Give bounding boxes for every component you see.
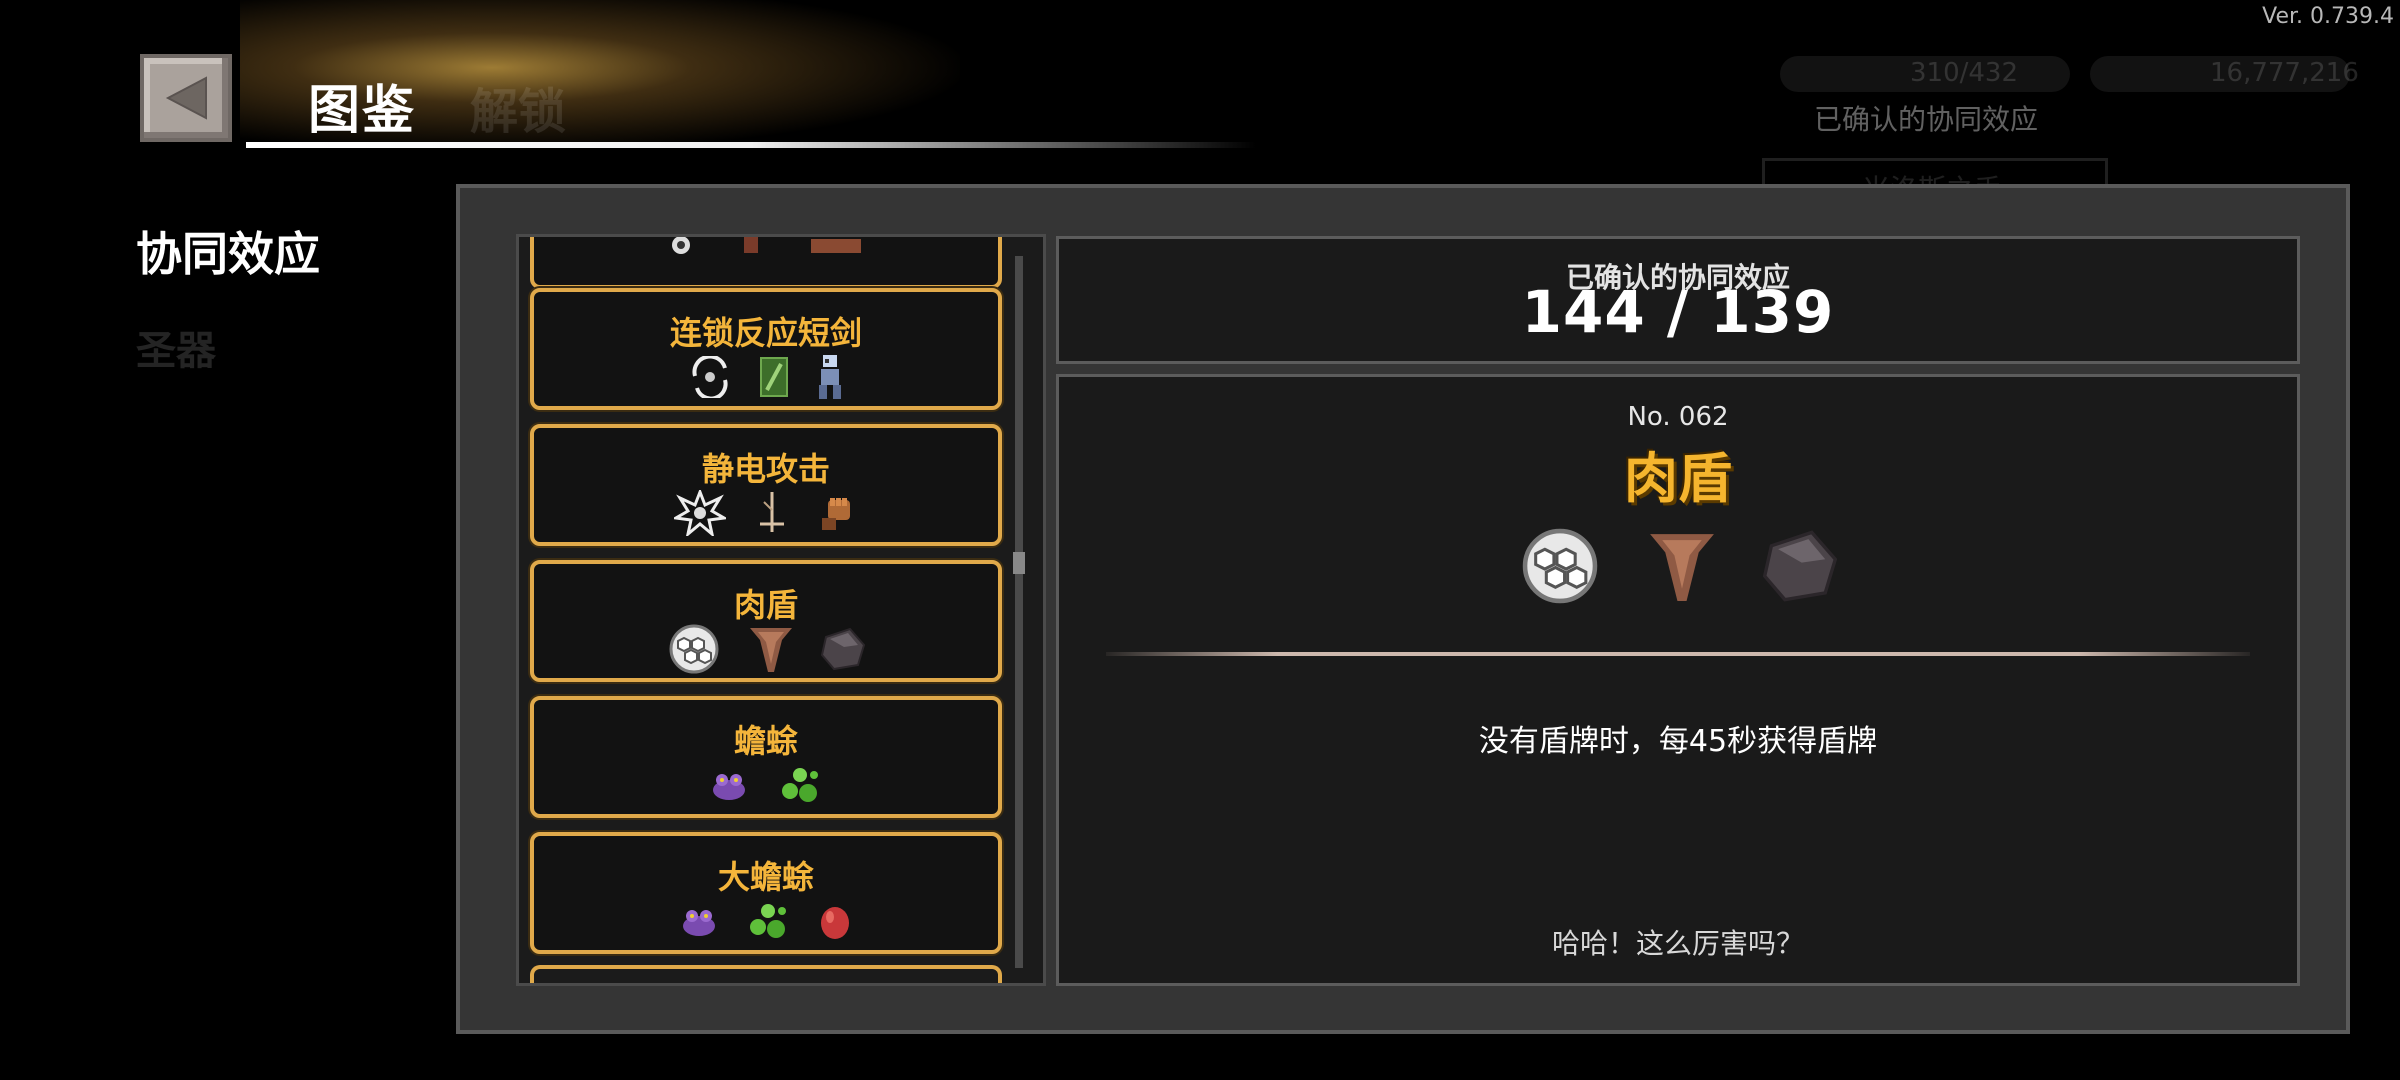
list-scrollbar-thumb[interactable] [1013, 552, 1025, 574]
synergy-effect-text: 没有盾牌时，每45秒获得盾牌 [1478, 724, 1878, 759]
detail-divider [1106, 652, 2250, 656]
lightning-rod-icon [760, 492, 784, 532]
background-tab-title: 解锁 [470, 84, 567, 140]
list-item-partial[interactable] [530, 237, 1002, 289]
list-scrollbar[interactable] [1015, 256, 1023, 968]
hexagon-shield-icon [1522, 528, 1598, 604]
background-confirmed-label: 已确认的协同效应 [1814, 103, 2039, 136]
list-item-static-attack[interactable]: 静电攻击 [530, 424, 1002, 546]
nav-item-relic[interactable]: 圣器 [136, 318, 216, 376]
synergy-number: No. 062 [1627, 402, 1729, 432]
version-label: Ver. 0.739.4 [2262, 4, 2394, 29]
purple-toad-icon [683, 910, 715, 936]
purple-toad-icon [713, 774, 745, 800]
background-stat-text: 16,777,216 [2210, 58, 2359, 88]
page-title: 图鉴 [308, 81, 417, 141]
list-item-chain-dagger[interactable]: 连锁反应短剑 [530, 288, 1002, 410]
list-item-name: 大蟾蜍 [717, 858, 814, 896]
synergy-icons [1516, 526, 1840, 606]
dark-stone-icon [820, 627, 866, 671]
green-bubbles-icon [750, 904, 786, 938]
red-egg-icon [821, 907, 849, 939]
chain-spin-icon [692, 356, 728, 398]
list-item-meat-shield[interactable]: 肉盾 [530, 560, 1002, 682]
hexagon-shield-icon [669, 624, 719, 674]
synergy-name: 肉盾 [1624, 447, 1732, 510]
list-item-name: 蟾蜍 [733, 722, 798, 760]
list-item-toad[interactable]: 蟾蜍 [530, 696, 1002, 818]
list-item-partial[interactable] [530, 965, 1002, 983]
green-bubbles-icon [782, 768, 818, 802]
list-item-name: 静电攻击 [701, 450, 830, 488]
partial-icon [744, 237, 758, 253]
nav-item-synergy[interactable]: 协同效应 [136, 218, 320, 284]
meat-cape-icon [750, 628, 792, 672]
static-burst-icon [674, 490, 726, 536]
fist-glove-icon [822, 498, 850, 530]
partial-icon [811, 239, 861, 253]
back-arrow-icon [165, 76, 207, 120]
list-item-name: 肉盾 [733, 586, 798, 624]
back-button[interactable] [140, 54, 232, 142]
confirmed-synergy-count: 144 / 139 [1521, 278, 1835, 346]
list-item-big-toad[interactable]: 大蟾蜍 [530, 832, 1002, 954]
green-leaf-card-icon [760, 357, 788, 397]
list-item-name: 连锁反应短剑 [669, 314, 862, 352]
dark-stone-icon [1762, 530, 1838, 602]
robot-figure-icon [819, 355, 841, 399]
partial-icon [672, 237, 690, 254]
synergy-flavor-quote: 哈哈！这么厉害吗？ [1551, 927, 1804, 960]
background-stat-text: 310/432 [1910, 58, 2019, 88]
meat-cape-icon [1650, 534, 1714, 601]
title-underline [246, 142, 1256, 148]
